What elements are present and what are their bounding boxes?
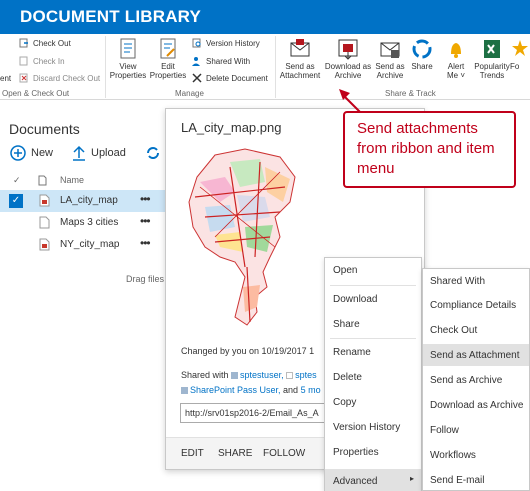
drag-files-hint: Drag files bbox=[126, 274, 165, 284]
version-history-icon bbox=[192, 38, 202, 48]
menu-item-open[interactable]: Open bbox=[333, 265, 357, 276]
version-history-button[interactable]: Version History bbox=[192, 38, 260, 48]
submenu-item-shared-with[interactable]: Shared With bbox=[430, 276, 485, 287]
submenu-item-send-email[interactable]: Send E-mail bbox=[430, 475, 484, 486]
item-menu-ellipsis[interactable]: ••• bbox=[140, 192, 151, 206]
item-menu-ellipsis[interactable]: ••• bbox=[140, 214, 151, 228]
list-item[interactable]: NY_city_map ••• bbox=[0, 234, 168, 256]
follow-button[interactable]: Fo bbox=[510, 38, 530, 71]
image-file-icon bbox=[39, 194, 50, 210]
group-label-share-track: Share & Track bbox=[385, 89, 436, 98]
check-in-icon bbox=[19, 56, 29, 66]
user-link[interactable]: sptes bbox=[295, 370, 317, 380]
file-type-header-icon bbox=[38, 175, 47, 188]
changed-by-text: Changed by you on 10/19/2017 1 bbox=[181, 346, 315, 356]
submenu-item-download-as-archive[interactable]: Download as Archive bbox=[430, 400, 523, 411]
menu-item-download[interactable]: Download bbox=[333, 294, 377, 305]
plus-circle-icon bbox=[10, 145, 26, 161]
annotation-arrow bbox=[339, 89, 361, 113]
truncated-button[interactable]: ent bbox=[0, 74, 11, 83]
user-link[interactable]: sptestuser, bbox=[240, 370, 284, 380]
delete-icon bbox=[192, 73, 202, 83]
user-link[interactable]: SharePoint Pass User, bbox=[190, 385, 281, 395]
app-title: DOCUMENT LIBRARY bbox=[20, 7, 202, 26]
upload-icon bbox=[73, 145, 85, 161]
submenu-item-send-as-archive[interactable]: Send as Archive bbox=[430, 375, 502, 386]
discard-icon bbox=[19, 73, 29, 83]
folder-file-icon bbox=[39, 216, 50, 232]
send-as-attachment-button[interactable]: Send as Attachment bbox=[276, 38, 324, 80]
popularity-trends-button[interactable]: Popularity Trends bbox=[468, 38, 516, 80]
people-icon bbox=[192, 56, 202, 66]
follow-action[interactable]: FOLLOW bbox=[263, 448, 305, 459]
more-users-link[interactable]: 5 mo bbox=[301, 385, 321, 395]
menu-item-advanced[interactable]: Advanced bbox=[333, 476, 377, 487]
row-checkbox[interactable]: ✓ bbox=[9, 194, 23, 208]
share-icon bbox=[412, 39, 432, 59]
library-heading: Documents bbox=[9, 121, 80, 137]
share-action[interactable]: SHARE bbox=[218, 448, 252, 459]
map-preview-image[interactable] bbox=[185, 147, 300, 332]
check-out-button[interactable]: Check Out bbox=[19, 38, 71, 48]
group-label-manage: Manage bbox=[175, 89, 204, 98]
submenu-item-workflows[interactable]: Workflows bbox=[430, 450, 476, 461]
view-properties-icon bbox=[120, 38, 136, 59]
sync-button[interactable] bbox=[145, 145, 161, 161]
star-icon bbox=[512, 40, 528, 56]
menu-item-rename[interactable]: Rename bbox=[333, 347, 371, 358]
edit-properties-button[interactable]: Edit Properties bbox=[144, 38, 192, 80]
annotation-text: Send attachments from ribbon and item me… bbox=[357, 120, 495, 177]
email-attachment-icon bbox=[290, 39, 310, 57]
image-file-icon bbox=[39, 238, 50, 254]
submenu-item-send-as-attachment[interactable]: Send as Attachment bbox=[430, 350, 520, 361]
discard-check-out-button[interactable]: Discard Check Out bbox=[19, 73, 100, 83]
upload-button[interactable]: Upload bbox=[72, 145, 126, 161]
download-archive-icon bbox=[338, 39, 358, 60]
file-url-field[interactable]: http://srv01sp2016-2/Email_As_A bbox=[180, 403, 330, 423]
user-icon bbox=[231, 372, 239, 379]
user-icon bbox=[286, 372, 294, 379]
menu-item-properties[interactable]: Properties bbox=[333, 447, 379, 458]
menu-item-share[interactable]: Share bbox=[333, 319, 360, 330]
submenu-item-follow[interactable]: Follow bbox=[430, 425, 459, 436]
submenu-item-check-out[interactable]: Check Out bbox=[430, 325, 477, 336]
list-item[interactable]: ✓ LA_city_map ••• bbox=[0, 190, 168, 212]
menu-item-copy[interactable]: Copy bbox=[333, 397, 356, 408]
submenu-chevron-icon: ▸ bbox=[410, 474, 415, 483]
menu-divider bbox=[330, 338, 416, 339]
list-item[interactable]: Maps 3 cities ••• bbox=[0, 212, 168, 234]
edit-action[interactable]: EDIT bbox=[181, 448, 204, 459]
check-out-icon bbox=[19, 38, 29, 48]
delete-document-button[interactable]: Delete Document bbox=[192, 73, 268, 83]
bell-icon bbox=[451, 43, 461, 58]
callout-title: LA_city_map.png bbox=[181, 120, 282, 135]
menu-item-version-history[interactable]: Version History bbox=[333, 422, 400, 433]
sync-icon bbox=[147, 147, 159, 159]
submenu-item-compliance-details[interactable]: Compliance Details bbox=[430, 300, 516, 311]
shared-with-text: Shared with sptestuser, sptes SharePoint… bbox=[181, 370, 321, 395]
excel-chart-icon bbox=[484, 40, 500, 58]
item-menu-ellipsis[interactable]: ••• bbox=[140, 236, 151, 250]
name-column-header[interactable]: Name bbox=[60, 175, 84, 185]
user-icon bbox=[181, 387, 188, 394]
menu-item-delete[interactable]: Delete bbox=[333, 372, 362, 383]
group-label-checkout: Open & Check Out bbox=[2, 89, 70, 98]
shared-with-button[interactable]: Shared With bbox=[192, 56, 250, 66]
check-in-button[interactable]: Check In bbox=[19, 56, 65, 66]
select-all-check[interactable]: ✓ bbox=[13, 175, 21, 186]
edit-properties-icon bbox=[160, 38, 176, 59]
new-button[interactable]: New bbox=[10, 145, 53, 161]
menu-divider bbox=[330, 285, 416, 286]
download-as-archive-button[interactable]: Download as Archive bbox=[324, 38, 372, 80]
